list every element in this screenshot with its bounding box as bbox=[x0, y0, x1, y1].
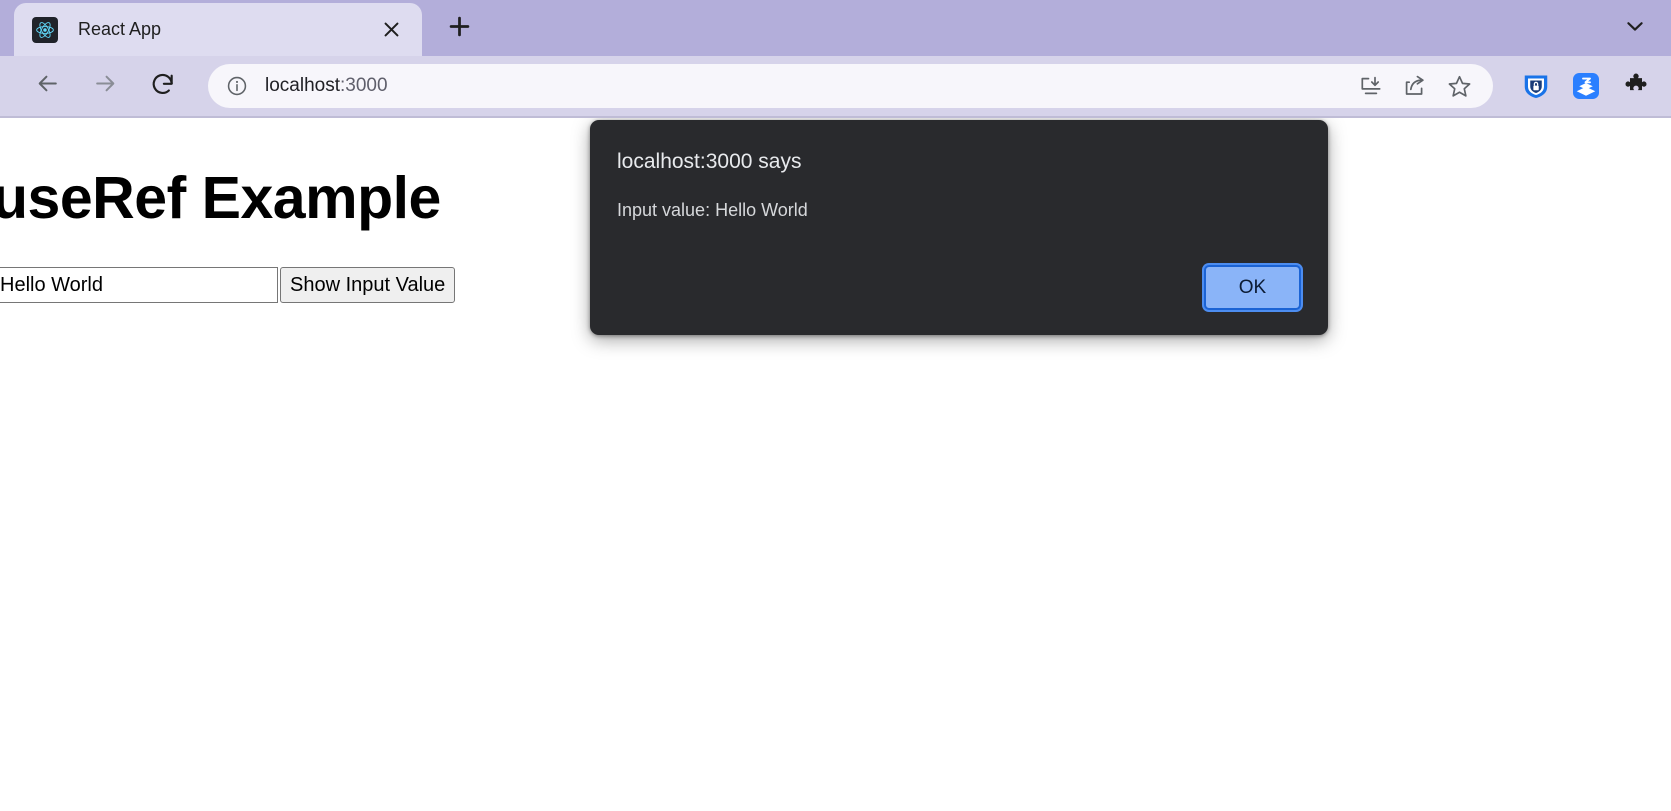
show-input-value-button[interactable]: Show Input Value bbox=[280, 267, 455, 303]
install-app-icon[interactable] bbox=[1351, 66, 1391, 106]
grammar-extension[interactable] bbox=[1569, 69, 1603, 103]
chevron-down-icon bbox=[1624, 15, 1646, 42]
javascript-alert-dialog: localhost:3000 says Input value: Hello W… bbox=[590, 120, 1328, 335]
plus-icon bbox=[449, 16, 470, 42]
close-icon[interactable] bbox=[376, 15, 406, 45]
dialog-ok-button[interactable]: OK bbox=[1204, 265, 1301, 310]
address-bar[interactable]: localhost:3000 bbox=[208, 64, 1493, 108]
url-text: localhost:3000 bbox=[265, 75, 1347, 97]
reload-button[interactable] bbox=[140, 63, 186, 109]
dialog-message-text: Input value: Hello World bbox=[617, 200, 808, 221]
reload-icon bbox=[150, 71, 176, 102]
password-manager-extension[interactable] bbox=[1519, 69, 1553, 103]
star-outline-icon[interactable] bbox=[1439, 66, 1479, 106]
dialog-origin-label: localhost:3000 says bbox=[617, 150, 801, 174]
puzzle-piece-icon[interactable] bbox=[1619, 69, 1653, 103]
share-arrow-icon[interactable] bbox=[1395, 66, 1435, 106]
tab-title: React App bbox=[78, 19, 376, 40]
page-viewport: useRef Example Show Input Value localhos… bbox=[0, 118, 1671, 811]
forward-arrow-icon bbox=[93, 71, 118, 101]
info-circle-icon[interactable] bbox=[224, 73, 250, 99]
text-input[interactable] bbox=[0, 267, 278, 303]
page-title: useRef Example bbox=[0, 164, 441, 232]
browser-toolbar: localhost:3000 bbox=[0, 56, 1671, 118]
browser-chrome: React App bbox=[0, 0, 1671, 118]
browser-tab-react-app[interactable]: React App bbox=[14, 3, 422, 56]
react-logo-icon bbox=[32, 17, 58, 43]
tab-search-button[interactable] bbox=[1613, 6, 1657, 50]
tab-strip: React App bbox=[0, 0, 1671, 56]
forward-button[interactable] bbox=[82, 63, 128, 109]
new-tab-button[interactable] bbox=[436, 6, 482, 52]
useref-form: Show Input Value bbox=[0, 267, 455, 303]
back-arrow-icon bbox=[35, 71, 60, 101]
back-button[interactable] bbox=[24, 63, 70, 109]
